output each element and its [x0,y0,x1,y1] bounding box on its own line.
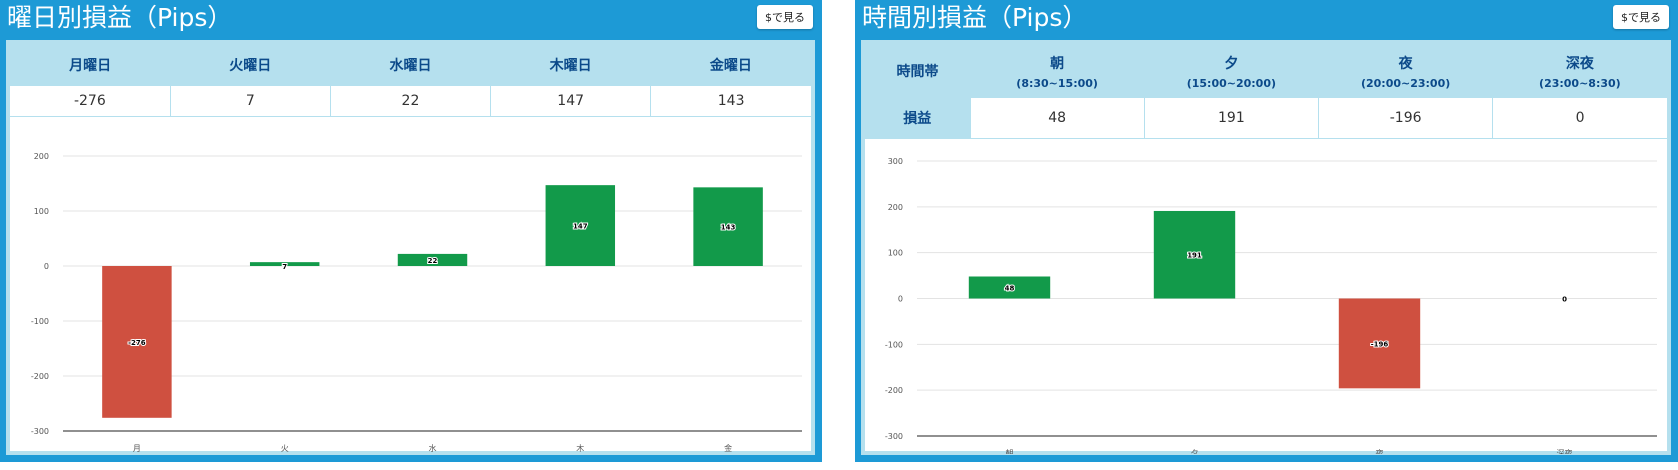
x-tick-label: 夜 [1376,448,1384,454]
timeofday-card: 時間帯 朝 (8:30~15:00) 夕 (15:00~20:00) 夜 (20… [861,40,1671,455]
weekday-header-row: 月曜日 火曜日 水曜日 木曜日 金曜日 [10,44,811,86]
y-tick-label: -200 [885,386,903,395]
weekday-usd-view-button[interactable]: $で見る [757,5,813,29]
timeofday-usd-view-button[interactable]: $で見る [1613,5,1669,29]
timeofday-panel-title: 時間別損益（Pips） [862,3,1088,32]
weekday-table: 月曜日 火曜日 水曜日 木曜日 金曜日 -276 7 22 147 143 [10,44,811,117]
x-tick-label: 夕 [1191,448,1199,454]
period-late-night-name: 深夜 [1565,55,1594,72]
weekday-panel-title: 曜日別損益（Pips） [7,3,233,32]
period-late-night-hours: (23:00~8:30) [1539,76,1621,90]
y-tick-label: -300 [885,432,903,441]
x-tick-label: 水 [429,443,437,453]
data-label: 22 [428,257,438,265]
y-tick-label: 200 [888,203,903,212]
period-night-name: 夜 [1398,55,1413,72]
weekday-value-row: -276 7 22 147 143 [10,86,811,117]
period-evening-name: 夕 [1224,55,1239,72]
y-tick-label: -100 [885,340,903,349]
y-tick-label: 100 [34,207,49,216]
value-evening: 191 [1143,98,1319,139]
value-tuesday: 7 [169,86,331,117]
weekday-card: 月曜日 火曜日 水曜日 木曜日 金曜日 -276 7 22 147 143 20… [6,40,815,455]
data-label: 0 [1562,296,1567,304]
y-tick-label: -100 [31,317,49,326]
data-label: 143 [721,224,736,232]
data-label: 7 [282,263,287,271]
y-tick-label: 300 [888,157,903,166]
period-morning-name: 朝 [1050,55,1065,72]
header-monday: 月曜日 [10,44,171,86]
y-tick-label: 100 [888,249,903,258]
data-label: 191 [1187,252,1202,260]
header-night: 夜 (20:00~23:00) [1318,44,1493,98]
data-label: -276 [128,339,146,347]
value-thursday: 147 [490,86,651,117]
x-tick-label: 木 [576,443,584,453]
header-morning: 朝 (8:30~15:00) [970,44,1145,98]
timeofday-pnl-panel: 時間別損益（Pips） $で見る 時間帯 朝 (8:30~15:00) 夕 (1… [855,0,1678,462]
y-tick-label: 200 [34,152,49,161]
header-friday: 金曜日 [650,44,811,86]
y-tick-label: -300 [31,427,49,436]
x-tick-label: 金 [724,443,732,453]
data-label: 48 [1005,285,1015,293]
period-evening-hours: (15:00~20:00) [1186,76,1277,90]
header-tuesday: 火曜日 [170,44,331,86]
data-label: 147 [573,223,588,231]
weekday-bar-chart: 200 100 0 -100 -200 -300 -276 月 7 火 22 水 147 木 143 金 [31,152,802,453]
timeofday-bar-chart: 300 200 100 0 -100 -200 -300 48 朝 191 夕 -196 夜 0 深夜 [885,157,1657,454]
header-wednesday: 水曜日 [330,44,491,86]
value-night: -196 [1317,98,1493,139]
x-tick-label: 月 [133,444,141,453]
header-late-night: 深夜 (23:00~8:30) [1492,44,1667,98]
value-friday: 143 [650,86,811,117]
header-period-label: 時間帯 [865,44,970,98]
y-tick-label: -200 [31,372,49,381]
x-tick-label: 火 [281,444,289,453]
timeofday-value-row: 損益 48 191 -196 0 [865,98,1667,139]
x-tick-label: 朝 [1006,449,1014,454]
value-wednesday: 22 [329,86,491,117]
header-thursday: 木曜日 [490,44,651,86]
header-evening: 夕 (15:00~20:00) [1144,44,1319,98]
period-morning-hours: (8:30~15:00) [1016,76,1098,90]
period-night-hours: (20:00~23:00) [1360,76,1451,90]
value-monday: -276 [10,86,171,117]
value-late-night: 0 [1492,98,1667,139]
x-tick-label: 深夜 [1557,448,1573,454]
y-tick-label: 0 [898,295,903,304]
weekday-pnl-panel: 曜日別損益（Pips） $で見る 月曜日 火曜日 水曜日 木曜日 金曜日 -27… [0,0,822,462]
timeofday-table: 時間帯 朝 (8:30~15:00) 夕 (15:00~20:00) 夜 (20… [865,44,1667,139]
data-label: -196 [1371,340,1389,348]
y-tick-label: 0 [44,262,49,271]
value-morning: 48 [969,98,1145,139]
timeofday-header-row: 時間帯 朝 (8:30~15:00) 夕 (15:00~20:00) 夜 (20… [865,44,1667,98]
row-header-pnl: 損益 [865,98,970,139]
